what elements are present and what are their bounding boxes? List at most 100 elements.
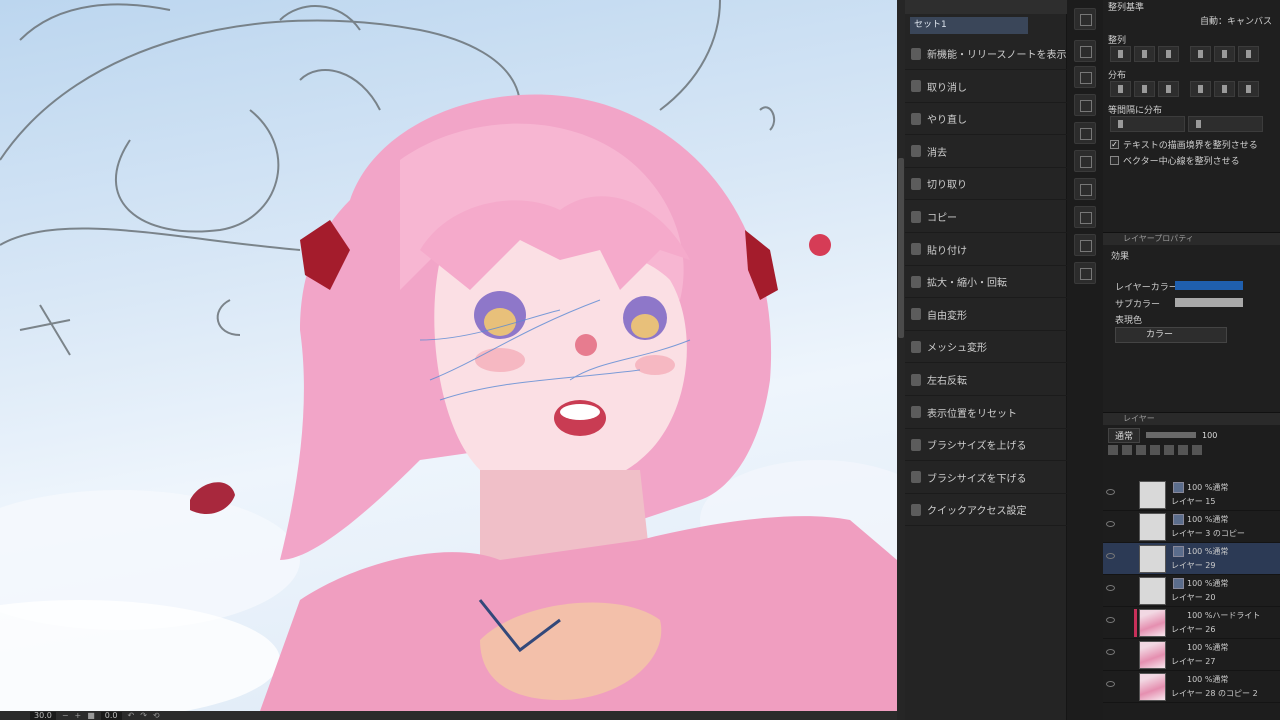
visibility-eye-icon[interactable] [1106, 489, 1115, 495]
menu-item[interactable]: 取り消し [905, 71, 1067, 103]
menu-item[interactable]: メッシュ変形 [905, 331, 1067, 364]
visibility-eye-icon[interactable] [1106, 553, 1115, 559]
align-middle-button[interactable] [1214, 46, 1235, 62]
equal-horizontal-button[interactable] [1110, 116, 1185, 132]
reference-icon[interactable] [1136, 445, 1146, 455]
align-top-button[interactable] [1190, 46, 1211, 62]
opacity-slider[interactable] [1146, 432, 1197, 438]
sub-color-swatch[interactable] [1175, 298, 1243, 307]
clipping-indicator [1134, 609, 1137, 637]
distribute-left-button[interactable] [1110, 81, 1131, 97]
layer-type-icon [1173, 578, 1184, 589]
checkbox-unchecked[interactable] [1110, 156, 1119, 165]
set-selector[interactable]: セット1 [910, 17, 1028, 34]
menu-item-label: メッシュ変形 [927, 343, 987, 355]
menu-item[interactable]: やり直し [905, 103, 1067, 136]
menu-item[interactable]: 貼り付け [905, 234, 1067, 266]
align-left-button[interactable] [1110, 46, 1131, 62]
menu-item[interactable]: 表示位置をリセット [905, 397, 1067, 429]
visibility-eye-icon[interactable] [1106, 617, 1115, 623]
layer-property-tab[interactable]: レイヤープロパティ [1103, 233, 1280, 245]
menu-item-label: 左右反転 [927, 376, 967, 387]
rotation-value[interactable]: 0.0 [100, 711, 122, 720]
blend-mode-select[interactable]: 通常 [1108, 427, 1141, 443]
zoom-in-icon[interactable]: + [75, 711, 82, 720]
delete-layer-icon[interactable] [1192, 445, 1202, 455]
layer-row[interactable]: 100 %通常 レイヤー 3 のコピー [1103, 511, 1280, 543]
tool-icon-5[interactable] [1074, 122, 1096, 144]
layer-tab[interactable]: レイヤー [1103, 413, 1280, 425]
layer-tool-icons [1108, 445, 1202, 455]
menu-item[interactable]: ブラシサイズを上げる [905, 429, 1067, 462]
layer-row[interactable]: 100 %通常 レイヤー 20 [1103, 575, 1280, 607]
drawing-canvas[interactable] [0, 0, 897, 711]
layer-row[interactable]: 100 %通常 レイヤー 29 [1103, 543, 1280, 575]
menu-item[interactable]: 新機能・リリースノートを表示 [905, 38, 1067, 70]
layer-name: レイヤー 29 [1171, 561, 1216, 570]
check-text-bounds[interactable]: ✓ テキストの描画境界を整列させる [1110, 138, 1258, 151]
menu-item-label: コピー [927, 213, 957, 224]
tool-icon-6[interactable] [1074, 150, 1096, 172]
tool-icon-1[interactable] [1074, 8, 1096, 30]
visibility-eye-icon[interactable] [1106, 521, 1115, 527]
align-panel: 整列基準 自動：キャンバス 整列 分布 等間隔に分布 ✓ テキストの描画境界を整… [1103, 0, 1280, 232]
distribute-middle-button[interactable] [1214, 81, 1235, 97]
equal-vertical-button[interactable] [1188, 116, 1263, 132]
menu-item[interactable]: 自由変形 [905, 299, 1067, 331]
menu-item-label: 消去 [927, 147, 947, 159]
tool-icon-3[interactable] [1074, 66, 1096, 88]
layer-color-swatch[interactable] [1175, 281, 1243, 290]
layer-row[interactable]: 100 %通常 レイヤー 27 [1103, 639, 1280, 671]
check-vector-center[interactable]: ベクター中心線を整列させる [1110, 154, 1240, 167]
menu-item[interactable]: 拡大・縮小・回転 [905, 266, 1067, 299]
visibility-eye-icon[interactable] [1106, 649, 1115, 655]
menu-item[interactable]: コピー [905, 201, 1067, 233]
tool-icon-9[interactable] [1074, 234, 1096, 256]
checkbox-checked[interactable]: ✓ [1110, 140, 1119, 149]
distribute-top-button[interactable] [1190, 81, 1211, 97]
new-folder-icon[interactable] [1178, 445, 1188, 455]
layer-row[interactable]: 100 %通常 レイヤー 28 のコピー 2 [1103, 671, 1280, 703]
reset-rotation-icon[interactable]: ⟲ [153, 711, 160, 720]
distribute-label: 分布 [1108, 71, 1127, 81]
lock-icon[interactable] [1108, 445, 1118, 455]
zoom-value[interactable]: 30.0 [30, 711, 56, 720]
tool-icon-4[interactable] [1074, 94, 1096, 116]
fit-icon[interactable]: ■ [87, 711, 95, 720]
visibility-eye-icon[interactable] [1106, 585, 1115, 591]
rotate-left-icon[interactable]: ↶ [128, 711, 135, 720]
align-right-button[interactable] [1158, 46, 1179, 62]
menu-item[interactable]: クイックアクセス設定 [905, 494, 1067, 527]
menu-item[interactable]: ブラシサイズを下げる [905, 462, 1067, 494]
align-bottom-button[interactable] [1238, 46, 1259, 62]
distribute-bottom-button[interactable] [1238, 81, 1259, 97]
undo-icon [911, 80, 921, 93]
tool-icon-2[interactable] [1074, 40, 1096, 62]
new-layer-icon[interactable] [1164, 445, 1174, 455]
align-basis-value[interactable]: 自動：キャンバス [1200, 14, 1272, 27]
align-center-button[interactable] [1134, 46, 1155, 62]
layer-type-icon [1173, 514, 1184, 525]
distribute-right-button[interactable] [1158, 81, 1179, 97]
scrollbar-thumb[interactable] [898, 158, 904, 338]
distribute-center-button[interactable] [1134, 81, 1155, 97]
brush-up-icon [911, 438, 921, 451]
mask-icon[interactable] [1150, 445, 1160, 455]
layer-row[interactable]: 100 %通常 レイヤー 15 [1103, 479, 1280, 511]
tool-icon-7[interactable] [1074, 178, 1096, 200]
menu-item[interactable]: 消去 [905, 136, 1067, 168]
reset-view-icon [911, 406, 921, 419]
tool-icon-8[interactable] [1074, 206, 1096, 228]
tool-icon-10[interactable] [1074, 262, 1096, 284]
menu-item[interactable]: 左右反転 [905, 364, 1067, 396]
canvas-scrollbar[interactable] [897, 0, 905, 720]
layer-row[interactable]: 100 %ハードライト レイヤー 26 [1103, 607, 1280, 639]
rotate-right-icon[interactable]: ↷ [140, 711, 147, 720]
opacity-value[interactable]: 100 [1202, 431, 1217, 440]
clip-icon[interactable] [1122, 445, 1132, 455]
expression-color-select[interactable]: カラー [1115, 327, 1227, 343]
visibility-eye-icon[interactable] [1106, 681, 1115, 687]
zoom-out-icon[interactable]: − [62, 711, 69, 720]
layer-name: レイヤー 15 [1171, 497, 1216, 506]
menu-item[interactable]: 切り取り [905, 168, 1067, 201]
